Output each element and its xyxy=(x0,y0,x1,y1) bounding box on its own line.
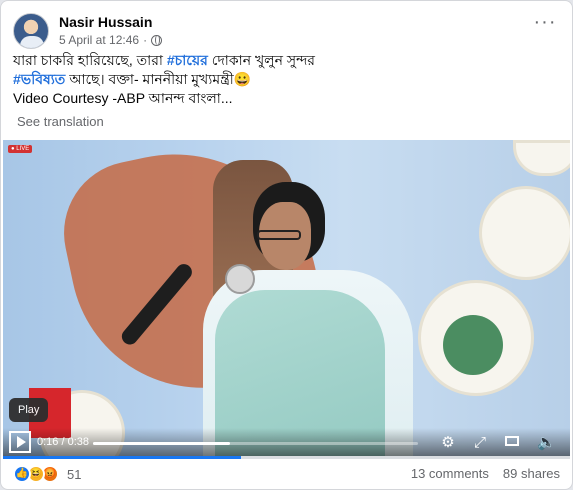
post-text-segment: আছে। বক্তা- মাননীয়া মুখ্যমন্ত্রী xyxy=(65,71,234,87)
engagement-stats: 13 comments 89 shares xyxy=(411,466,560,481)
speaker-glasses xyxy=(257,230,301,240)
video-progress-fill xyxy=(3,456,242,459)
video-seek-bar[interactable] xyxy=(93,442,418,445)
post-card: Nasir Hussain 5 April at 12:46 · ··· যার… xyxy=(0,0,573,490)
settings-icon[interactable]: ⚙ xyxy=(439,434,457,452)
shares-count[interactable]: 89 shares xyxy=(503,466,560,481)
meta-separator: · xyxy=(143,33,148,47)
video-time: 0:16 / 0:38 xyxy=(37,436,89,448)
play-icon[interactable] xyxy=(9,431,31,453)
author-name[interactable]: Nasir Hussain xyxy=(59,14,152,30)
reactions-summary[interactable]: 👍 😆 😡 51 xyxy=(13,465,81,483)
more-options-button[interactable]: ··· xyxy=(529,12,561,39)
microphone-head xyxy=(225,264,255,294)
post-header: Nasir Hussain 5 April at 12:46 · ··· xyxy=(13,12,561,53)
avatar[interactable] xyxy=(13,13,49,49)
post-text-segment: Video Courtesy -ABP আনন্দ বাংলা... xyxy=(13,90,233,106)
post-meta: 5 April at 12:46 · xyxy=(59,33,163,47)
reaction-count[interactable]: 51 xyxy=(67,467,81,482)
backdrop-logo xyxy=(513,140,570,176)
video-player[interactable]: ● LIVE Play 0:16 / 0:38 ⚙ ⤢ 🔈 xyxy=(3,140,570,458)
backdrop-tree-logo xyxy=(443,315,503,375)
hashtag-link[interactable]: #চায়ের xyxy=(167,52,208,68)
comments-count[interactable]: 13 comments xyxy=(411,466,489,481)
live-badge: ● LIVE xyxy=(8,145,33,153)
see-translation-link[interactable]: See translation xyxy=(17,114,104,129)
post-text-segment: যারা চাকরি হারিয়েছে, তারা xyxy=(13,52,167,68)
post-text-segment: দোকান খুলুন সুন্দর xyxy=(207,52,316,68)
video-controls: 0:16 / 0:38 ⚙ ⤢ 🔈 xyxy=(3,428,570,458)
play-tooltip: Play xyxy=(9,398,49,422)
ellipsis-icon: ··· xyxy=(533,11,557,33)
video-progress-bar xyxy=(3,456,570,459)
volume-icon[interactable]: 🔈 xyxy=(537,434,556,452)
post-timestamp[interactable]: 5 April at 12:46 xyxy=(59,33,139,47)
pip-icon[interactable] xyxy=(503,434,521,452)
hashtag-link[interactable]: #ভবিষ্যত xyxy=(13,71,65,87)
smile-emoji: 😀 xyxy=(233,71,252,87)
post-text: যারা চাকরি হারিয়েছে, তারা #চায়ের দোকান… xyxy=(13,51,553,108)
seek-bar-fill xyxy=(93,442,230,445)
like-icon: 👍 xyxy=(13,465,31,483)
globe-icon xyxy=(151,34,163,46)
expand-icon[interactable]: ⤢ xyxy=(471,434,489,452)
backdrop-logo xyxy=(479,186,570,280)
